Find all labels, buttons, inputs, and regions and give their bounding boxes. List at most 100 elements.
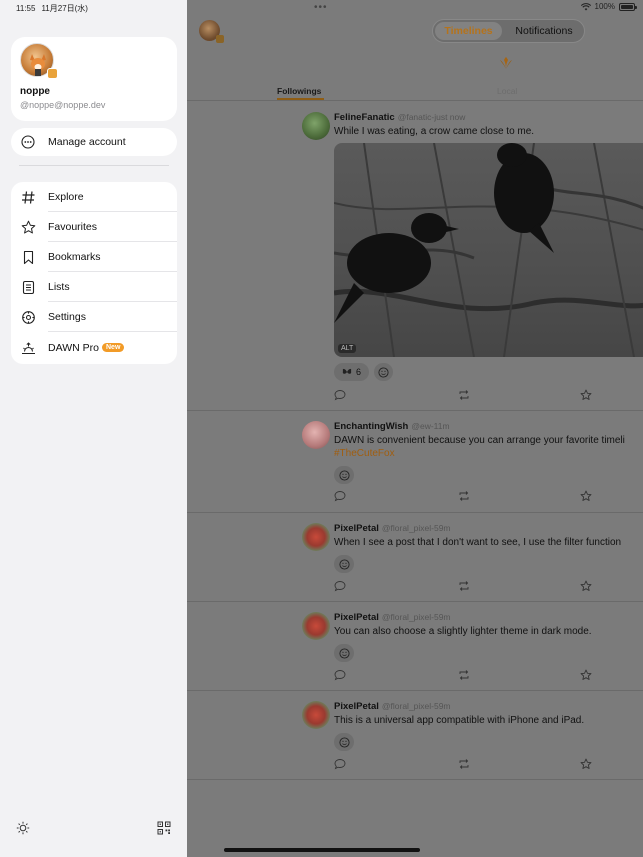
post-handle: @floral_pixel-59m [381, 612, 451, 622]
post-author[interactable]: PixelPetal @floral_pixel-59m [334, 523, 451, 534]
star-icon[interactable] [580, 580, 592, 592]
battery-percent: 100% [594, 2, 615, 11]
timeline-notification-switch: Timelines Notifications [432, 19, 585, 43]
bookmark-icon [23, 250, 34, 265]
sidebar-menu: Explore Favourites Bookmarks Lists Setti… [11, 182, 177, 364]
star-icon[interactable] [580, 490, 592, 502]
avatar[interactable] [302, 421, 330, 449]
post-handle: @floral_pixel-59m [381, 523, 451, 533]
qr-code-icon[interactable] [157, 821, 171, 835]
post-author[interactable]: PixelPetal @floral_pixel-59m [334, 701, 451, 712]
account-badge-icon [47, 68, 58, 79]
profile-name: noppe [20, 86, 50, 97]
repost-icon[interactable] [458, 490, 470, 502]
smiley-icon [338, 736, 350, 748]
add-reaction-button[interactable] [374, 363, 393, 381]
sidebar-item-lists[interactable]: Lists [11, 272, 177, 302]
add-reaction-button[interactable] [334, 466, 354, 484]
tab-notifications[interactable]: Notifications [505, 22, 583, 40]
divider [48, 331, 177, 332]
post-author-name: PixelPetal [334, 701, 379, 712]
reply-icon[interactable] [334, 490, 346, 502]
manage-account-button[interactable]: Manage account [11, 128, 177, 156]
repost-icon[interactable] [458, 669, 470, 681]
post-author-name: FelineFanatic [334, 112, 395, 123]
sidebar-item-bookmarks[interactable]: Bookmarks [11, 242, 177, 272]
post-text: This is a universal app compatible with … [334, 715, 585, 726]
reaction-chip[interactable]: 6 [334, 363, 369, 381]
smiley-icon [338, 469, 350, 481]
sidebar-item-label: Settings [48, 311, 86, 323]
status-time: 11:55 [16, 4, 36, 13]
battery-icon [619, 2, 637, 11]
reply-icon[interactable] [334, 758, 346, 770]
profile-card[interactable]: noppe @noppe@noppe.dev [11, 37, 177, 121]
repost-icon[interactable] [458, 389, 470, 401]
sunrise-icon [22, 342, 35, 354]
star-icon[interactable] [580, 389, 592, 401]
timeline-post[interactable]: FelineFanatic @fanatic-just now While I w… [187, 101, 643, 411]
sidebar-item-label: Explore [48, 191, 84, 203]
add-reaction-button[interactable] [334, 733, 354, 751]
post-author[interactable]: PixelPetal @floral_pixel-59m [334, 612, 451, 623]
alt-badge[interactable]: ALT [338, 344, 357, 353]
post-handle: @fanatic-just now [397, 112, 466, 122]
reply-icon[interactable] [334, 389, 346, 401]
post-author-name: EnchantingWish [334, 421, 409, 432]
avatar[interactable] [302, 612, 330, 640]
account-badge-icon [216, 35, 224, 43]
post-author[interactable]: FelineFanatic @fanatic-just now [334, 112, 465, 123]
butterfly-emoji-icon [342, 368, 352, 374]
timeline-post[interactable]: PixelPetal @floral_pixel-59m This is a un… [187, 691, 643, 780]
star-icon[interactable] [580, 758, 592, 770]
post-handle: @floral_pixel-59m [381, 701, 451, 711]
add-reaction-button[interactable] [334, 555, 354, 573]
post-author-name: PixelPetal [334, 523, 379, 534]
reply-icon[interactable] [334, 580, 346, 592]
post-text: You can also choose a slightly lighter t… [334, 626, 592, 637]
repost-icon[interactable] [458, 580, 470, 592]
post-text: DAWN is convenient because you can arran… [334, 435, 625, 446]
sidebar-item-settings[interactable]: Settings [11, 302, 177, 332]
tab-local[interactable]: Local [497, 86, 517, 96]
tab-timelines[interactable]: Timelines [435, 22, 502, 40]
sidebar-item-favourites[interactable]: Favourites [11, 212, 177, 242]
avatar[interactable] [302, 112, 330, 140]
avatar[interactable] [20, 43, 58, 79]
profile-handle: @noppe@noppe.dev [20, 100, 106, 110]
sidebar-item-label: DAWN Pro [48, 342, 99, 354]
post-image[interactable]: ALT [334, 143, 643, 357]
ellipsis-circle-icon [21, 135, 35, 149]
post-text: When I see a post that I don't want to s… [334, 537, 622, 548]
smiley-icon [338, 647, 350, 659]
post-author-name: PixelPetal [334, 612, 379, 623]
divider [19, 165, 169, 166]
dawn-logo-icon [500, 57, 512, 69]
timeline-post[interactable]: PixelPetal @floral_pixel-59m You can also… [187, 602, 643, 691]
add-reaction-button[interactable] [334, 644, 354, 662]
sidebar-item-explore[interactable]: Explore [11, 182, 177, 212]
reply-icon[interactable] [334, 669, 346, 681]
main-timeline: Timelines Notifications Followings Local… [187, 0, 643, 857]
avatar[interactable] [302, 701, 330, 729]
avatar[interactable] [199, 20, 224, 43]
sidebar-item-label: Bookmarks [48, 251, 101, 263]
home-indicator[interactable] [224, 848, 420, 852]
manage-account-label: Manage account [48, 136, 126, 148]
list-icon [22, 280, 35, 295]
timeline-post[interactable]: EnchantingWish @ew-11m DAWN is convenient… [187, 411, 643, 513]
hashtag-link[interactable]: #TheCuteFox [334, 448, 395, 459]
sidebar-item-dawn-pro[interactable]: DAWN Pro New [11, 333, 177, 363]
post-handle: @ew-11m [411, 421, 450, 431]
tab-followings[interactable]: Followings [277, 86, 321, 96]
brightness-icon[interactable] [16, 821, 30, 835]
avatar[interactable] [302, 523, 330, 551]
multitasking-dots-icon[interactable]: ••• [314, 2, 328, 13]
status-date: 11月27日(水) [41, 4, 88, 13]
repost-icon[interactable] [458, 758, 470, 770]
timeline-post[interactable]: PixelPetal @floral_pixel-59m When I see a… [187, 513, 643, 602]
post-author[interactable]: EnchantingWish @ew-11m [334, 421, 450, 432]
gear-icon [22, 311, 35, 324]
crow-image [334, 143, 643, 357]
star-icon[interactable] [580, 669, 592, 681]
